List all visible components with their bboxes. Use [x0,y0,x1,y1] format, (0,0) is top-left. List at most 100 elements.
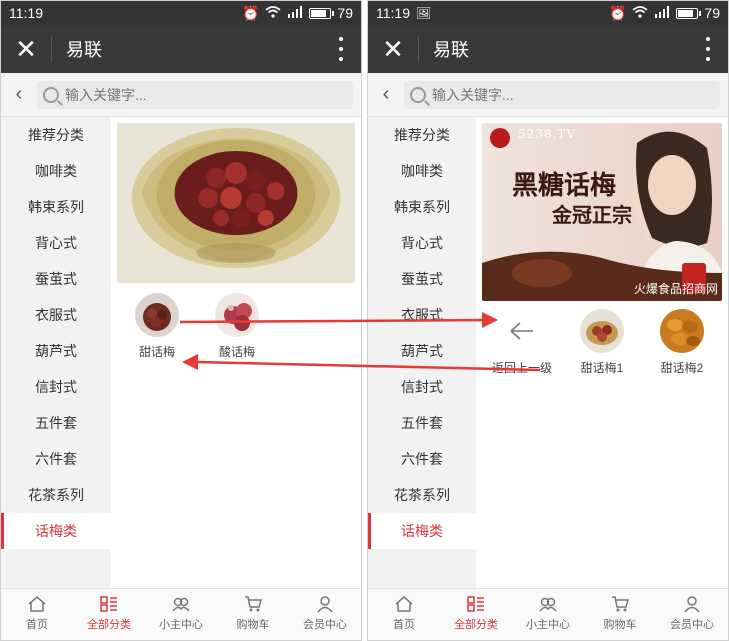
close-icon[interactable]: ✕ [368,25,418,73]
plum-bowl-banner[interactable] [117,123,355,283]
home-icon [28,596,46,612]
tab-cart[interactable]: 购物车 [584,589,656,640]
sidebar-item-active[interactable]: 话梅类 [368,513,476,549]
sidebar-item[interactable]: 咖啡类 [368,153,476,189]
sidebar-item-active[interactable]: 话梅类 [1,513,111,549]
battery-level: 79 [337,5,353,21]
tab-all-categories[interactable]: 全部分类 [73,589,145,640]
banner-subline: 金冠正宗 [552,203,632,227]
tab-all-categories[interactable]: 全部分类 [440,589,512,640]
cart-icon [612,596,629,612]
users-icon [172,597,190,612]
more-icon[interactable] [339,37,343,61]
sidebar-item[interactable]: 五件套 [368,405,476,441]
sidebar-item[interactable]: 蚕茧式 [1,261,111,297]
sidebar-item[interactable]: 咖啡类 [1,153,111,189]
alarm-icon: ⏰ [608,4,627,21]
subcategory-label: 甜话梅2 [660,361,704,375]
sidebar-item[interactable]: 信封式 [1,369,111,405]
status-bar: 11:19 ⏰ 79 [1,1,361,25]
category-icon [100,596,117,612]
signal-icon [287,5,303,21]
tab-user-center[interactable]: 小主中心 [512,589,584,640]
category-sidebar: 推荐分类 咖啡类 韩束系列 背心式 蚕茧式 衣服式 葫芦式 信封式 五件套 六件… [1,117,111,588]
close-icon[interactable]: ✕ [1,25,51,73]
subcategory-item[interactable]: 甜话梅1 [562,309,642,376]
bottom-tab-bar: 首页 全部分类 小主中心 购物车 会员中心 [368,588,728,640]
subcategory-label: 甜话梅 [138,345,175,359]
plum-bowl-image [580,309,624,353]
tab-member-center[interactable]: 会员中心 [289,589,361,640]
promo-banner[interactable]: 5238.TV 黑糖话梅 金冠正宗 火爆食品招商网 [482,123,722,301]
sidebar-item[interactable]: 六件套 [1,441,111,477]
cart-icon [245,596,262,612]
page-title: 易联 [433,40,469,60]
search-icon [410,86,426,103]
tab-user-center[interactable]: 小主中心 [145,589,217,640]
member-icon [684,596,700,613]
bottom-tab-bar: 首页 全部分类 小主中心 购物车 会员中心 [1,588,361,640]
home-icon [395,596,413,612]
red-plum-image [215,293,259,337]
sidebar-item[interactable]: 背心式 [1,225,111,261]
subcategory-item[interactable]: 甜话梅 [117,293,197,360]
sidebar-item[interactable]: 信封式 [368,369,476,405]
tab-home[interactable]: 首页 [1,589,73,640]
search-input[interactable] [65,86,265,103]
more-icon[interactable] [706,37,710,61]
sidebar-item[interactable]: 推荐分类 [368,117,476,153]
sidebar-item[interactable]: 花茶系列 [1,477,111,513]
search-box[interactable] [37,80,353,109]
sidebar-item[interactable]: 衣服式 [368,297,476,333]
sidebar-item[interactable]: 韩束系列 [1,189,111,225]
signal-icon [654,5,670,21]
subcategory-item[interactable]: 酸话梅 [197,293,277,360]
sidebar-item[interactable]: 葫芦式 [1,333,111,369]
page-title: 易联 [66,40,102,60]
back-arrow-icon [500,309,544,353]
banner-footer-text: 火爆食品招商网 [633,282,718,296]
sidebar-item[interactable]: 花茶系列 [368,477,476,513]
alarm-icon: ⏰ [241,4,260,21]
back-chevron-icon[interactable]: ‹ [1,83,37,106]
sidebar-item[interactable]: 韩束系列 [368,189,476,225]
battery-level: 79 [704,5,720,21]
phone-screen-left: 11:19 ⏰ 79 ✕ 易联 ‹ 推荐分类 咖啡类 韩束系列 [0,0,362,641]
phone-screen-right: 11:19 🖼 ⏰ 79 ✕ 易联 ‹ 推荐分类 咖啡类 韩束系列 [367,0,729,641]
banner-watermark: 5238.TV [518,127,577,141]
status-time: 11:19 [376,5,410,21]
status-time: 11:19 [9,5,43,21]
subcategory-item[interactable]: 甜话梅2 [642,309,722,376]
search-row: ‹ [368,73,728,117]
wifi-icon [632,5,648,21]
back-chevron-icon[interactable]: ‹ [368,83,404,106]
search-input[interactable] [432,86,632,103]
banner-headline: 黑糖话梅 [512,171,617,201]
sidebar-item[interactable]: 六件套 [368,441,476,477]
sidebar-item[interactable]: 葫芦式 [368,333,476,369]
back-to-parent[interactable]: 返回上一级 [482,309,562,376]
dried-plum-image [660,309,704,353]
subcategory-list: 返回上一级 甜话梅1 甜话梅2 [482,309,722,376]
tab-member-center[interactable]: 会员中心 [656,589,728,640]
tab-home[interactable]: 首页 [368,589,440,640]
battery-icon [309,7,335,19]
image-notification-icon: 🖼 [416,6,432,20]
category-main: 5238.TV 黑糖话梅 金冠正宗 火爆食品招商网 返回上一级 甜话梅1 甜话梅… [476,117,728,588]
sidebar-item[interactable]: 推荐分类 [1,117,111,153]
sidebar-item[interactable]: 背心式 [368,225,476,261]
category-main: 甜话梅 酸话梅 [111,117,361,588]
sidebar-item[interactable]: 蚕茧式 [368,261,476,297]
subcategory-label: 甜话梅1 [580,361,624,375]
search-box[interactable] [404,80,720,109]
subcategory-label: 酸话梅 [218,345,255,359]
sidebar-item[interactable]: 五件套 [1,405,111,441]
search-row: ‹ [1,73,361,117]
back-to-parent-label: 返回上一级 [491,361,552,375]
dark-plum-image [135,293,179,337]
sidebar-item[interactable]: 衣服式 [1,297,111,333]
member-icon [317,596,333,613]
tab-cart[interactable]: 购物车 [217,589,289,640]
title-bar: ✕ 易联 [368,25,728,73]
title-bar: ✕ 易联 [1,25,361,73]
